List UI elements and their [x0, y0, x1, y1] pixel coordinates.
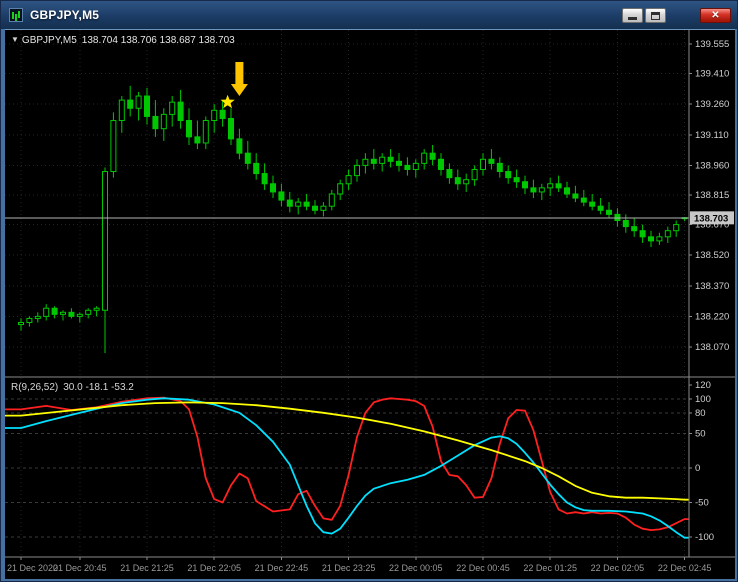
svg-text:138.370: 138.370 [695, 281, 729, 292]
svg-text:100: 100 [695, 394, 711, 405]
svg-text:21 Dec 22:45: 21 Dec 22:45 [255, 563, 309, 573]
svg-text:21 Dec 21:25: 21 Dec 21:25 [120, 563, 174, 573]
svg-text:22 Dec 00:45: 22 Dec 00:45 [456, 563, 510, 573]
close-button[interactable]: ✕ [700, 8, 731, 23]
restore-button[interactable] [645, 8, 666, 23]
chart-canvas[interactable]: 139.555 139.410 139.260 139.110 138.960 138.8… [5, 30, 735, 580]
svg-text:139.260: 139.260 [695, 99, 729, 110]
svg-text:138.220: 138.220 [695, 311, 729, 322]
svg-text:138.815: 138.815 [695, 190, 729, 201]
indicator-name: R(9,26,52) [11, 382, 58, 393]
svg-text:-50: -50 [695, 498, 709, 509]
svg-text:0: 0 [695, 463, 700, 474]
close-icon: ✕ [711, 10, 719, 21]
window-title: GBPJPY,M5 [30, 8, 99, 22]
svg-text:139.555: 139.555 [695, 39, 729, 50]
symbol-dropdown-icon[interactable]: ▼ [11, 35, 19, 44]
down-arrow-marker [231, 62, 248, 96]
svg-text:22 Dec 01:25: 22 Dec 01:25 [523, 563, 577, 573]
svg-text:138.960: 138.960 [695, 160, 729, 171]
svg-text:-100: -100 [695, 532, 714, 543]
svg-text:138.070: 138.070 [695, 342, 729, 353]
svg-text:22 Dec 02:45: 22 Dec 02:45 [658, 563, 712, 573]
svg-text:139.410: 139.410 [695, 69, 729, 80]
svg-text:139.110: 139.110 [695, 130, 729, 141]
indicator-values: 30.0 -18.1 -53.2 [63, 382, 134, 393]
chart-area: 139.555 139.410 139.260 139.110 138.960 138.8… [5, 29, 735, 579]
svg-text:21 Dec 23:25: 21 Dec 23:25 [322, 563, 376, 573]
svg-text:22 Dec 02:05: 22 Dec 02:05 [591, 563, 645, 573]
symbol-label: GBPJPY,M5 [22, 35, 77, 46]
svg-text:21 Dec 20:45: 21 Dec 20:45 [53, 563, 107, 573]
svg-text:21 Dec 22:05: 21 Dec 22:05 [187, 563, 241, 573]
svg-text:50: 50 [695, 429, 706, 440]
titlebar[interactable]: GBPJPY,M5 ✕ [1, 1, 737, 29]
svg-text:138.520: 138.520 [695, 250, 729, 261]
svg-text:21 Dec 2020: 21 Dec 2020 [7, 563, 58, 573]
ohlc-values: 138.704 138.706 138.687 138.703 [82, 35, 235, 46]
svg-text:120: 120 [695, 380, 711, 391]
symbol-ohlc-label: ▼GBPJPY,M5 138.704 138.706 138.687 138.70… [11, 35, 235, 46]
restore-icon [651, 12, 660, 20]
indicator-label: R(9,26,52) 30.0 -18.1 -53.2 [11, 382, 134, 393]
svg-text:22 Dec 00:05: 22 Dec 00:05 [389, 563, 443, 573]
svg-text:138.703: 138.703 [694, 213, 728, 224]
minimize-button[interactable] [622, 8, 643, 23]
app-icon[interactable] [9, 8, 23, 22]
minimize-icon [628, 17, 637, 20]
mt-chart-window: GBPJPY,M5 ✕ 139.555 139.410 139.260 139.110… [0, 0, 738, 582]
svg-text:80: 80 [695, 408, 706, 419]
